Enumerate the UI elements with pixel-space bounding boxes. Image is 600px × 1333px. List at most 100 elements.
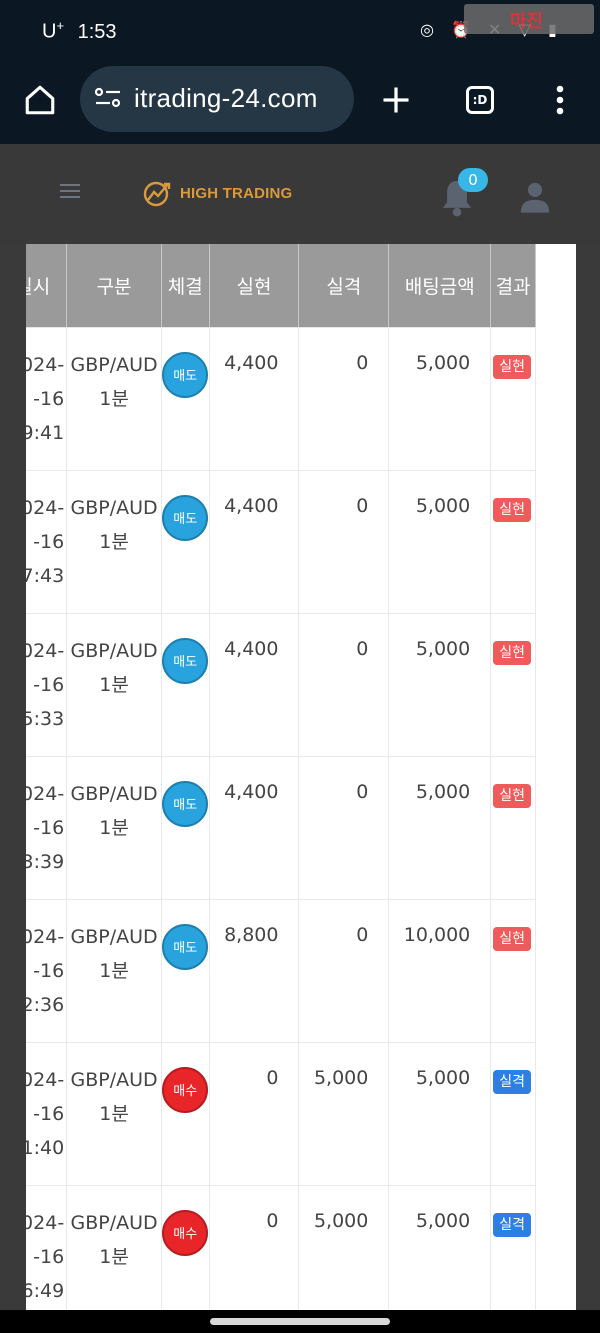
realized-cell: 8,800 xyxy=(209,899,300,1043)
tab-switcher-button[interactable]: :D xyxy=(466,86,494,114)
day-line: -16 xyxy=(33,816,65,839)
date-line: 2024- xyxy=(26,1211,65,1234)
bet-amount-cell: 5,000 xyxy=(388,470,492,614)
result-tag: 실격 xyxy=(493,1212,532,1237)
datetime-cell: 2024- -16 49:41 xyxy=(26,327,68,471)
bet-amount-cell: 5,000 xyxy=(388,327,492,471)
currency-pair: GBP/AUD xyxy=(70,639,158,662)
result-tag: 실현 xyxy=(493,497,532,522)
system-nav-bar xyxy=(0,1310,600,1333)
table-row: 2024- -16 47:43 GBP/AUD 1분 매도4,40005,000실현 xyxy=(26,470,536,614)
datetime-cell: 2024- -16 42:36 xyxy=(26,899,68,1043)
day-line: -16 xyxy=(33,387,65,410)
notification-count-badge: 0 xyxy=(458,168,488,192)
result-cell: 실현 xyxy=(490,470,536,614)
col-header-bet-amount[interactable]: 배팅금액 xyxy=(388,244,492,328)
result-tag: 실현 xyxy=(493,783,532,808)
site-logo[interactable]: HIGH TRADING xyxy=(142,178,292,208)
bet-amount-cell: 5,000 xyxy=(388,613,492,757)
bet-amount-cell: 10,000 xyxy=(388,899,492,1043)
date-line: 2024- xyxy=(26,496,65,519)
day-line: -16 xyxy=(33,1245,65,1268)
time-line: 45:33 xyxy=(26,707,65,730)
home-icon[interactable] xyxy=(16,76,64,124)
lost-cell: 5,000 xyxy=(298,1042,390,1186)
currency-pair: GBP/AUD xyxy=(70,1068,158,1091)
table-row: 2024- -16 43:39 GBP/AUD 1분 매도4,40005,000실현 xyxy=(26,756,536,900)
category-cell: GBP/AUD 1분 xyxy=(66,613,162,757)
datetime-cell: 2024- -16 36:49 xyxy=(26,1185,68,1310)
time-line: 36:49 xyxy=(26,1279,65,1302)
execution-cell: 매도 xyxy=(161,756,210,900)
execution-badge: 매도 xyxy=(162,351,209,398)
time-line: 49:41 xyxy=(26,421,65,444)
date-line: 2024- xyxy=(26,639,65,662)
execution-cell: 매수 xyxy=(161,1185,210,1310)
logo-text: HIGH TRADING xyxy=(180,184,293,202)
lost-cell: 5,000 xyxy=(298,1185,390,1310)
date-line: 2024- xyxy=(26,353,65,376)
more-menu-icon[interactable] xyxy=(536,76,584,124)
currency-pair: GBP/AUD xyxy=(70,782,158,805)
execution-badge: 매수 xyxy=(162,1209,209,1256)
address-bar[interactable]: itrading-24.com xyxy=(80,66,354,132)
time-line: 43:39 xyxy=(26,850,65,873)
category-cell: GBP/AUD 1분 xyxy=(66,470,162,614)
result-tag: 실현 xyxy=(493,640,532,665)
carrier-label: U xyxy=(42,20,57,43)
day-line: -16 xyxy=(33,1102,65,1125)
currency-pair: GBP/AUD xyxy=(70,925,158,948)
site-settings-icon[interactable] xyxy=(94,86,122,114)
user-account-icon[interactable] xyxy=(518,180,552,214)
trade-period: 1분 xyxy=(99,1102,129,1125)
watermark-logo: 마진 xyxy=(464,4,594,34)
result-cell: 실격 xyxy=(490,1042,536,1186)
currency-pair: GBP/AUD xyxy=(70,496,158,519)
datetime-cell: 2024- -16 41:40 xyxy=(26,1042,68,1186)
site-header: HIGH TRADING 0 xyxy=(0,144,600,244)
table-header-row: 일시 구분 체결 실현 실격 배팅금액 결과 xyxy=(26,244,536,328)
result-tag: 실현 xyxy=(493,926,532,951)
trade-period: 1분 xyxy=(99,387,129,410)
trade-period: 1분 xyxy=(99,959,129,982)
trade-history-table: 일시 구분 체결 실현 실격 배팅금액 결과 2024- -16 49:41 GBP/… xyxy=(26,244,576,1310)
realized-cell: 0 xyxy=(209,1185,300,1310)
day-line: -16 xyxy=(33,673,65,696)
col-header-datetime[interactable]: 일시 xyxy=(26,244,68,328)
col-header-execution[interactable]: 체결 xyxy=(161,244,210,328)
datetime-cell: 2024- -16 45:33 xyxy=(26,613,68,757)
date-line: 2024- xyxy=(26,1068,65,1091)
result-tag: 실현 xyxy=(493,354,532,379)
table-row: 2024- -16 42:36 GBP/AUD 1분 매도8,800010,000실현 xyxy=(26,899,536,1043)
result-cell: 실격 xyxy=(490,1185,536,1310)
execution-cell: 매도 xyxy=(161,327,210,471)
lost-cell: 0 xyxy=(298,613,390,757)
col-header-lost[interactable]: 실격 xyxy=(298,244,390,328)
date-line: 2024- xyxy=(26,925,65,948)
result-cell: 실현 xyxy=(490,756,536,900)
new-tab-icon[interactable] xyxy=(372,76,420,124)
trade-table: 일시 구분 체결 실현 실격 배팅금액 결과 2024- -16 49:41 GBP/… xyxy=(26,244,536,1310)
day-line: -16 xyxy=(33,530,65,553)
result-tag: 실격 xyxy=(493,1069,532,1094)
col-header-result[interactable]: 결과 xyxy=(490,244,536,328)
bet-amount-cell: 5,000 xyxy=(388,756,492,900)
status-bar: U+ 1:53 ◎ ⏰ ✕ ▽ ▮ 마진 xyxy=(0,0,600,58)
col-header-category[interactable]: 구분 xyxy=(66,244,162,328)
table-row: 2024--1641:40GBP/AUD1분매수05,0005,000실격 xyxy=(26,1042,536,1186)
table-row: 2024- -16 45:33 GBP/AUD 1분 매도4,40005,000실현 xyxy=(26,613,536,757)
bet-amount-cell: 5,000 xyxy=(388,1042,492,1186)
trade-period: 1분 xyxy=(99,816,129,839)
clock: 1:53 xyxy=(77,20,117,43)
trade-period: 1분 xyxy=(99,1245,129,1268)
col-header-realized[interactable]: 실현 xyxy=(209,244,300,328)
home-gesture-handle[interactable] xyxy=(210,1318,390,1325)
hamburger-menu-icon[interactable] xyxy=(60,184,80,198)
datetime-cell: 2024- -16 43:39 xyxy=(26,756,68,900)
execution-badge: 매도 xyxy=(162,494,209,541)
currency-pair: GBP/AUD xyxy=(70,1211,158,1234)
lost-cell: 0 xyxy=(298,899,390,1043)
execution-badge: 매수 xyxy=(162,1066,209,1113)
time-line: 41:40 xyxy=(26,1136,65,1159)
currency-pair: GBP/AUD xyxy=(70,353,158,376)
